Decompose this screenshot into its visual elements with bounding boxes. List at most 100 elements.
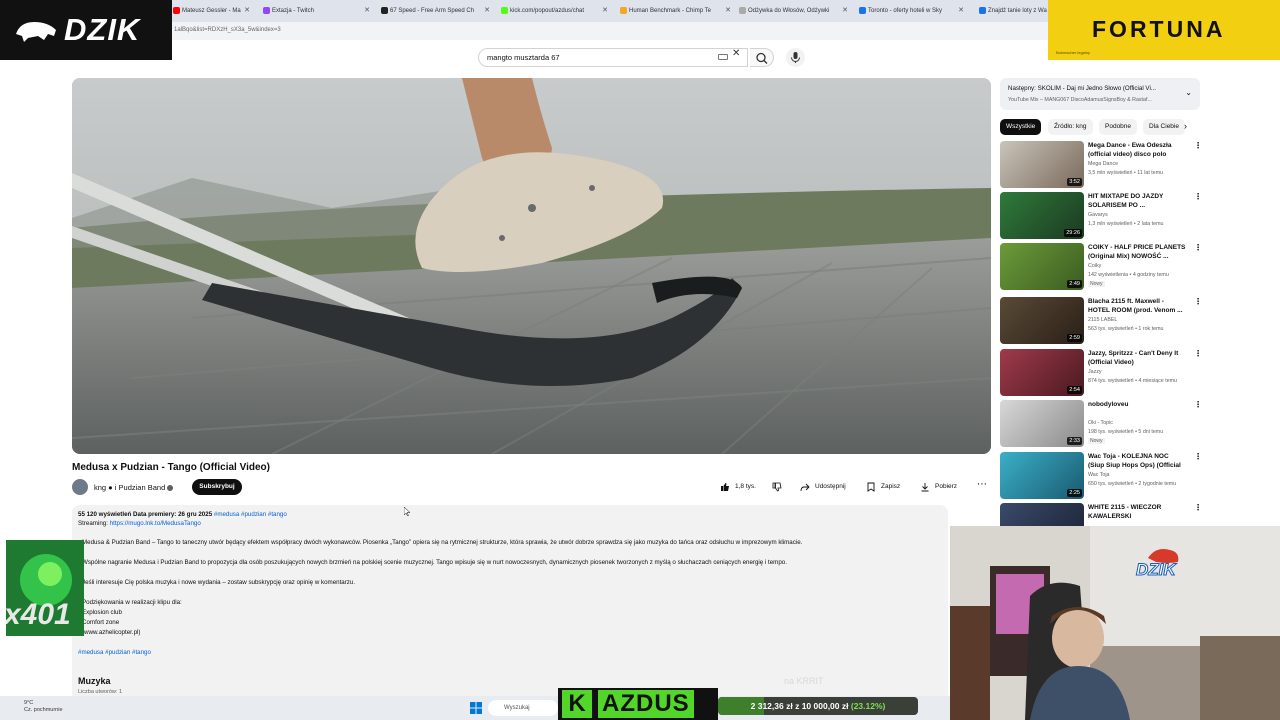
kazdus-k: K <box>562 690 592 718</box>
channel-avatar[interactable] <box>72 479 88 495</box>
taskbar-search[interactable]: Wyszukaj <box>488 700 558 716</box>
voice-search-button[interactable] <box>786 48 805 67</box>
video-thumbnail[interactable]: 2:49 <box>1000 243 1084 290</box>
description-paragraph: Explosion club <box>82 609 122 616</box>
bookmark-icon <box>867 482 875 492</box>
tab-favicon-icon <box>381 7 388 14</box>
more-actions-button[interactable]: ⋯ <box>974 479 990 495</box>
rec-title: Jazzy, Spritzzz - Can't Deny It (Officia… <box>1088 350 1179 366</box>
tab-favicon-icon <box>739 7 746 14</box>
close-tab-icon[interactable]: ✕ <box>842 2 848 20</box>
browser-tab[interactable]: Extazja - Twitch ✕ <box>262 2 372 20</box>
windows-start-icon[interactable] <box>470 702 482 714</box>
search-input[interactable]: mangto musztarda 67 <box>478 48 748 67</box>
close-tab-icon[interactable]: ✕ <box>244 2 250 20</box>
rec-channel: 2115 LABEL <box>1088 317 1118 323</box>
description-paragraph: Jeśli interesuje Cię polska muzyka i now… <box>82 579 356 586</box>
browser-tab[interactable]: Human Benchmark - Chimp Te ✕ <box>619 2 733 20</box>
recommendation-item[interactable]: 2:25 Wac Toja - KOLEJNA NOC (Siup Siup Ho… <box>1000 452 1202 500</box>
search-button[interactable] <box>750 48 774 67</box>
chip-related[interactable]: Podobne <box>1099 119 1138 135</box>
subscribe-button[interactable]: Subskrybuj <box>192 479 242 495</box>
dzik-webcam-logo: DZIK <box>1134 542 1192 580</box>
description-meta: 55 120 wyświetleń Data premiery: 26 gru … <box>78 511 287 518</box>
close-tab-icon[interactable]: ✕ <box>484 2 490 20</box>
dislike-button[interactable] <box>770 479 788 495</box>
video-thumbnail[interactable]: 2:33 <box>1000 400 1084 447</box>
donation-goal-bar: 2 312,36 zł z 10 000,00 zł (23.12%) <box>718 697 918 715</box>
duration-badge: 2:59 <box>1067 334 1082 342</box>
rec-title: COIKY - HALF PRICE PLANETS (Original Mix… <box>1088 244 1186 260</box>
close-tab-icon[interactable]: ✕ <box>725 2 731 20</box>
counter-text: x401 <box>6 598 71 631</box>
more-options-icon[interactable]: ⋮ <box>1194 401 1202 409</box>
weather-widget[interactable]: 9°C Cz. pochmurnie <box>24 700 63 714</box>
chip-source[interactable]: Źródło: kng <box>1048 119 1093 135</box>
video-thumbnail[interactable]: 3:52 <box>1000 141 1084 188</box>
chevron-down-icon[interactable]: ⌄ <box>1185 88 1192 97</box>
recommendation-item[interactable]: 29:26 HIT MIXTAPE DO JAZDY SOLARISEM PO .… <box>1000 192 1202 240</box>
download-icon <box>921 483 929 492</box>
recommendation-item[interactable]: 2:59 Blacha 2115 ft. Maxwell - HOTEL ROOM… <box>1000 297 1202 345</box>
share-button[interactable]: Udostępnij <box>798 479 854 495</box>
boar-icon <box>16 22 56 42</box>
video-thumbnail[interactable]: 2:59 <box>1000 297 1084 344</box>
video-player[interactable] <box>72 78 991 454</box>
browser-tab[interactable]: 67 Speed - Free Arm Speed Ch ✕ <box>380 2 492 20</box>
keyboard-icon[interactable] <box>718 54 728 60</box>
chevron-right-icon[interactable]: › <box>1184 121 1187 131</box>
streaming-link[interactable]: https://mugo.lnk.to/MedusaTango <box>110 520 201 527</box>
description-hashtags[interactable]: #medusa #pudzian #tango <box>78 649 151 656</box>
video-title: Medusa x Pudzian - Tango (Official Video… <box>72 462 270 473</box>
clear-search-icon[interactable]: ✕ <box>732 48 740 59</box>
more-options-icon[interactable]: ⋮ <box>1194 504 1202 512</box>
recommendation-item[interactable]: 2:54 Jazzy, Spritzzz - Can't Deny It (Off… <box>1000 349 1202 397</box>
more-options-icon[interactable]: ⋮ <box>1194 453 1202 461</box>
close-tab-icon[interactable]: ✕ <box>958 2 964 20</box>
more-options-icon[interactable]: ⋮ <box>1194 244 1202 252</box>
webcam-frame <box>950 526 1280 720</box>
download-button[interactable]: Pobierz <box>918 479 962 495</box>
rec-views: 198 tys. wyświetleń • 5 dni temu <box>1088 429 1164 435</box>
more-options-icon[interactable]: ⋮ <box>1194 142 1202 150</box>
rec-views: 3,5 mln wyświetleń • 11 lat temu <box>1088 170 1164 176</box>
description-paragraph: Wspólne nagranie Medusa i Pudzian Band t… <box>82 559 787 566</box>
chip-for-you[interactable]: Dla Ciebie <box>1143 119 1185 135</box>
browser-tab[interactable]: Znajdź tanie loty z Wa <box>978 2 1050 20</box>
thumbs-up-icon <box>721 483 729 491</box>
browser-tab[interactable]: Odżywka do Włosów, Odżywki ✕ <box>738 2 850 20</box>
overlay-caption: na KRRIT <box>784 676 824 686</box>
close-tab-icon[interactable]: ✕ <box>364 2 370 20</box>
more-options-icon[interactable]: ⋮ <box>1194 350 1202 358</box>
rec-views: 142 wyświetlenia • 4 godziny temu <box>1088 272 1169 278</box>
up-next-box[interactable]: Następny: SKOLIM - Daj mi Jedno Słowo (O… <box>1000 78 1200 110</box>
duration-badge: 3:52 <box>1067 178 1082 186</box>
close-tab-icon[interactable]: ✕ <box>602 2 608 20</box>
more-options-icon[interactable]: ⋮ <box>1194 193 1202 201</box>
recommendation-item[interactable]: 2:49 COIKY - HALF PRICE PLANETS (Original… <box>1000 243 1202 291</box>
donation-goal-text: 2 312,36 zł z 10 000,00 zł (23.12%) <box>750 701 886 711</box>
chip-all[interactable]: Wszystkie <box>1000 119 1042 135</box>
up-next-subtitle: YouTube Mix – MANG067 DiscoAdamusSignsBo… <box>1008 97 1152 103</box>
fortuna-disclaimer: Bukmacher legalny <box>1056 50 1091 55</box>
browser-tab[interactable]: kick.com/popout/azdus/chat ✕ <box>500 2 610 20</box>
browser-tab[interactable]: Toronto - oferty hoteli w Sky ✕ <box>858 2 966 20</box>
video-thumbnail[interactable]: 29:26 <box>1000 192 1084 239</box>
description-box[interactable]: 55 120 wyświetleń Data premiery: 26 gru … <box>72 505 948 720</box>
rec-channel: Oki - Topic <box>1088 420 1113 426</box>
video-thumbnail[interactable]: 2:54 <box>1000 349 1084 396</box>
rec-views: 563 tys. wyświetleń • 1 rok temu <box>1088 326 1164 332</box>
recommendation-item[interactable]: 3:52 Mega Dance - Ewa Odeszła (official v… <box>1000 141 1202 189</box>
rec-channel: Wac Toja <box>1088 472 1110 478</box>
description-hashtags[interactable]: #medusa #pudzian #tango <box>214 511 287 518</box>
channel-name[interactable]: kng ● i Pudzian Band <box>94 483 174 492</box>
new-badge: Nowy <box>1088 438 1105 444</box>
more-options-icon[interactable]: ⋮ <box>1194 298 1202 306</box>
recommendation-item[interactable]: 2:33 nobodyloveu Oki - Topic 198 tys. wyświ… <box>1000 400 1202 448</box>
save-button[interactable]: Zapisz <box>864 479 904 495</box>
browser-tab[interactable]: Mateusz Gessler - Ma ✕ <box>172 2 252 20</box>
kazdus-banner: K AZDUS <box>558 688 718 720</box>
like-button[interactable]: 1,8 tys. <box>718 479 768 495</box>
description-paragraph: Podziękowania w realizacji klipu dla: <box>82 599 182 606</box>
video-thumbnail[interactable]: 2:25 <box>1000 452 1084 499</box>
